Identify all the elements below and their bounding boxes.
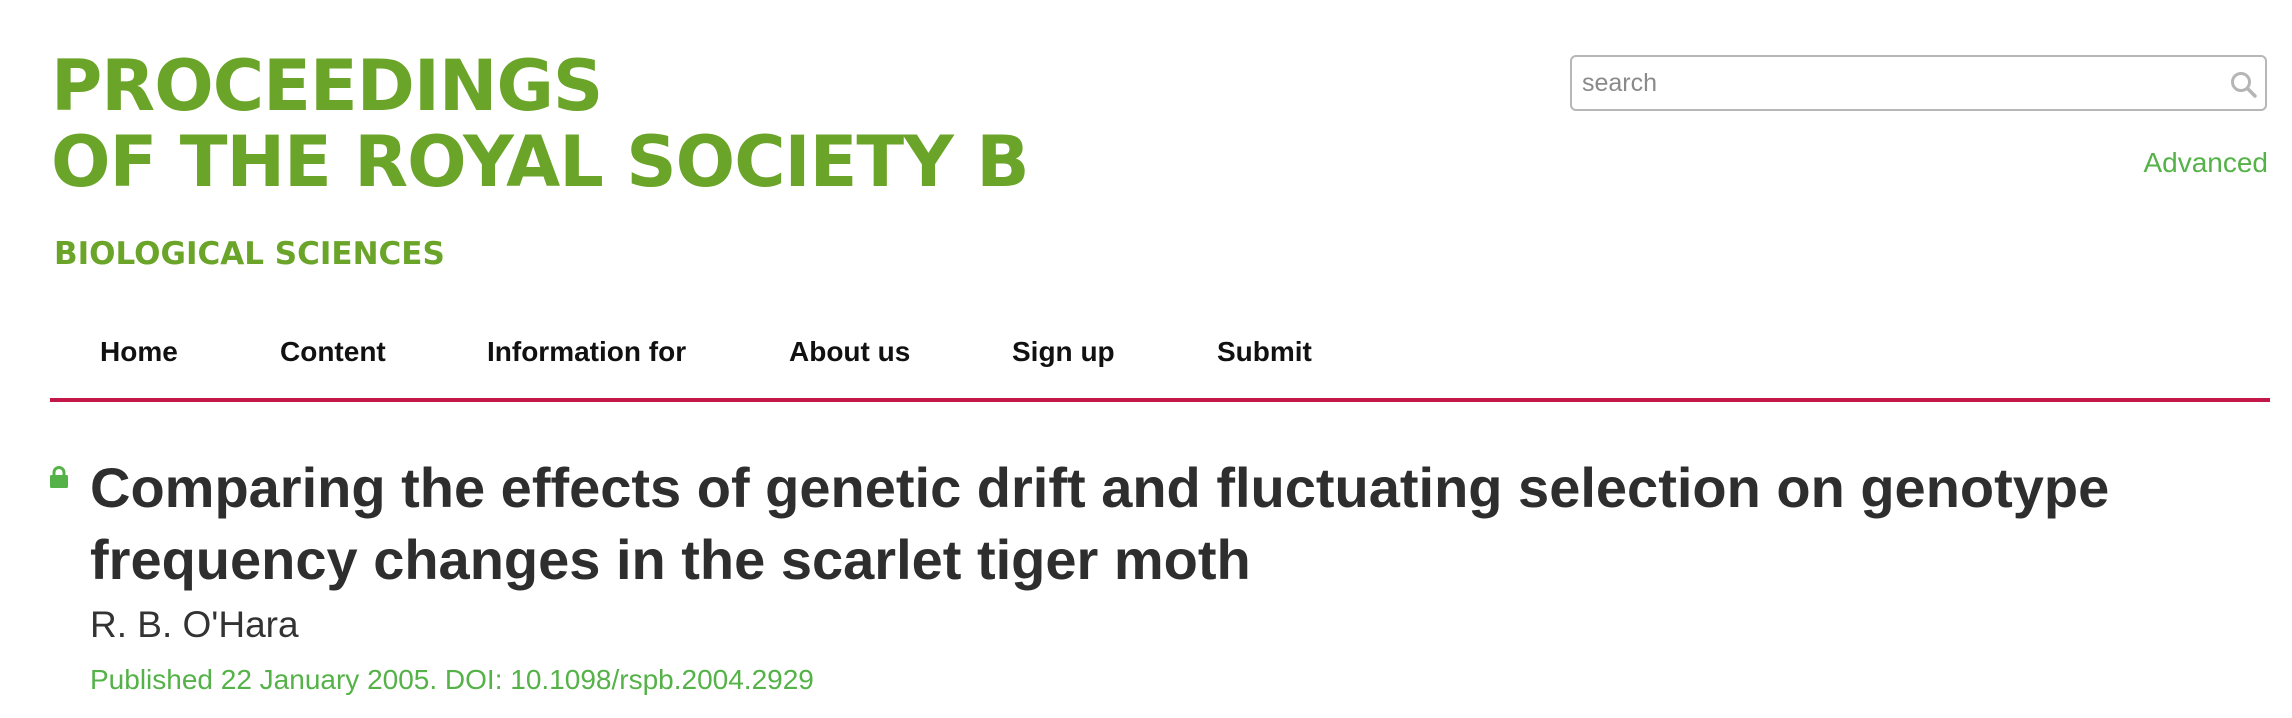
article-author[interactable]: R. B. O'Hara <box>90 604 299 646</box>
search-input[interactable] <box>1572 57 2212 109</box>
article-title: Comparing the effects of genetic drift a… <box>90 456 2110 591</box>
page: PROCEEDINGS OF THE ROYAL SOCIETY B BIOLO… <box>0 0 2292 718</box>
logo-line-1: PROCEEDINGS <box>51 45 603 127</box>
nav-item-information-for[interactable]: Information for <box>487 336 686 368</box>
lock-icon <box>50 466 68 488</box>
main-nav: Home Content Information for About us Si… <box>50 318 2270 402</box>
nav-item-about-us[interactable]: About us <box>789 336 910 368</box>
nav-item-sign-up[interactable]: Sign up <box>1012 336 1115 368</box>
search-box <box>1570 55 2267 111</box>
logo-line-2: OF THE ROYAL SOCIETY B <box>51 121 1030 203</box>
nav-item-submit[interactable]: Submit <box>1217 336 1312 368</box>
logo-subtitle: BIOLOGICAL SCIENCES <box>54 236 445 272</box>
nav-item-home[interactable]: Home <box>100 336 178 368</box>
advanced-search-link[interactable]: Advanced <box>2143 147 2268 179</box>
search-icon[interactable] <box>2229 70 2259 100</box>
publication-info: Published 22 January 2005. DOI: 10.1098/… <box>90 664 814 695</box>
journal-logo[interactable]: PROCEEDINGS OF THE ROYAL SOCIETY B <box>51 45 1030 203</box>
nav-item-content[interactable]: Content <box>280 336 386 368</box>
